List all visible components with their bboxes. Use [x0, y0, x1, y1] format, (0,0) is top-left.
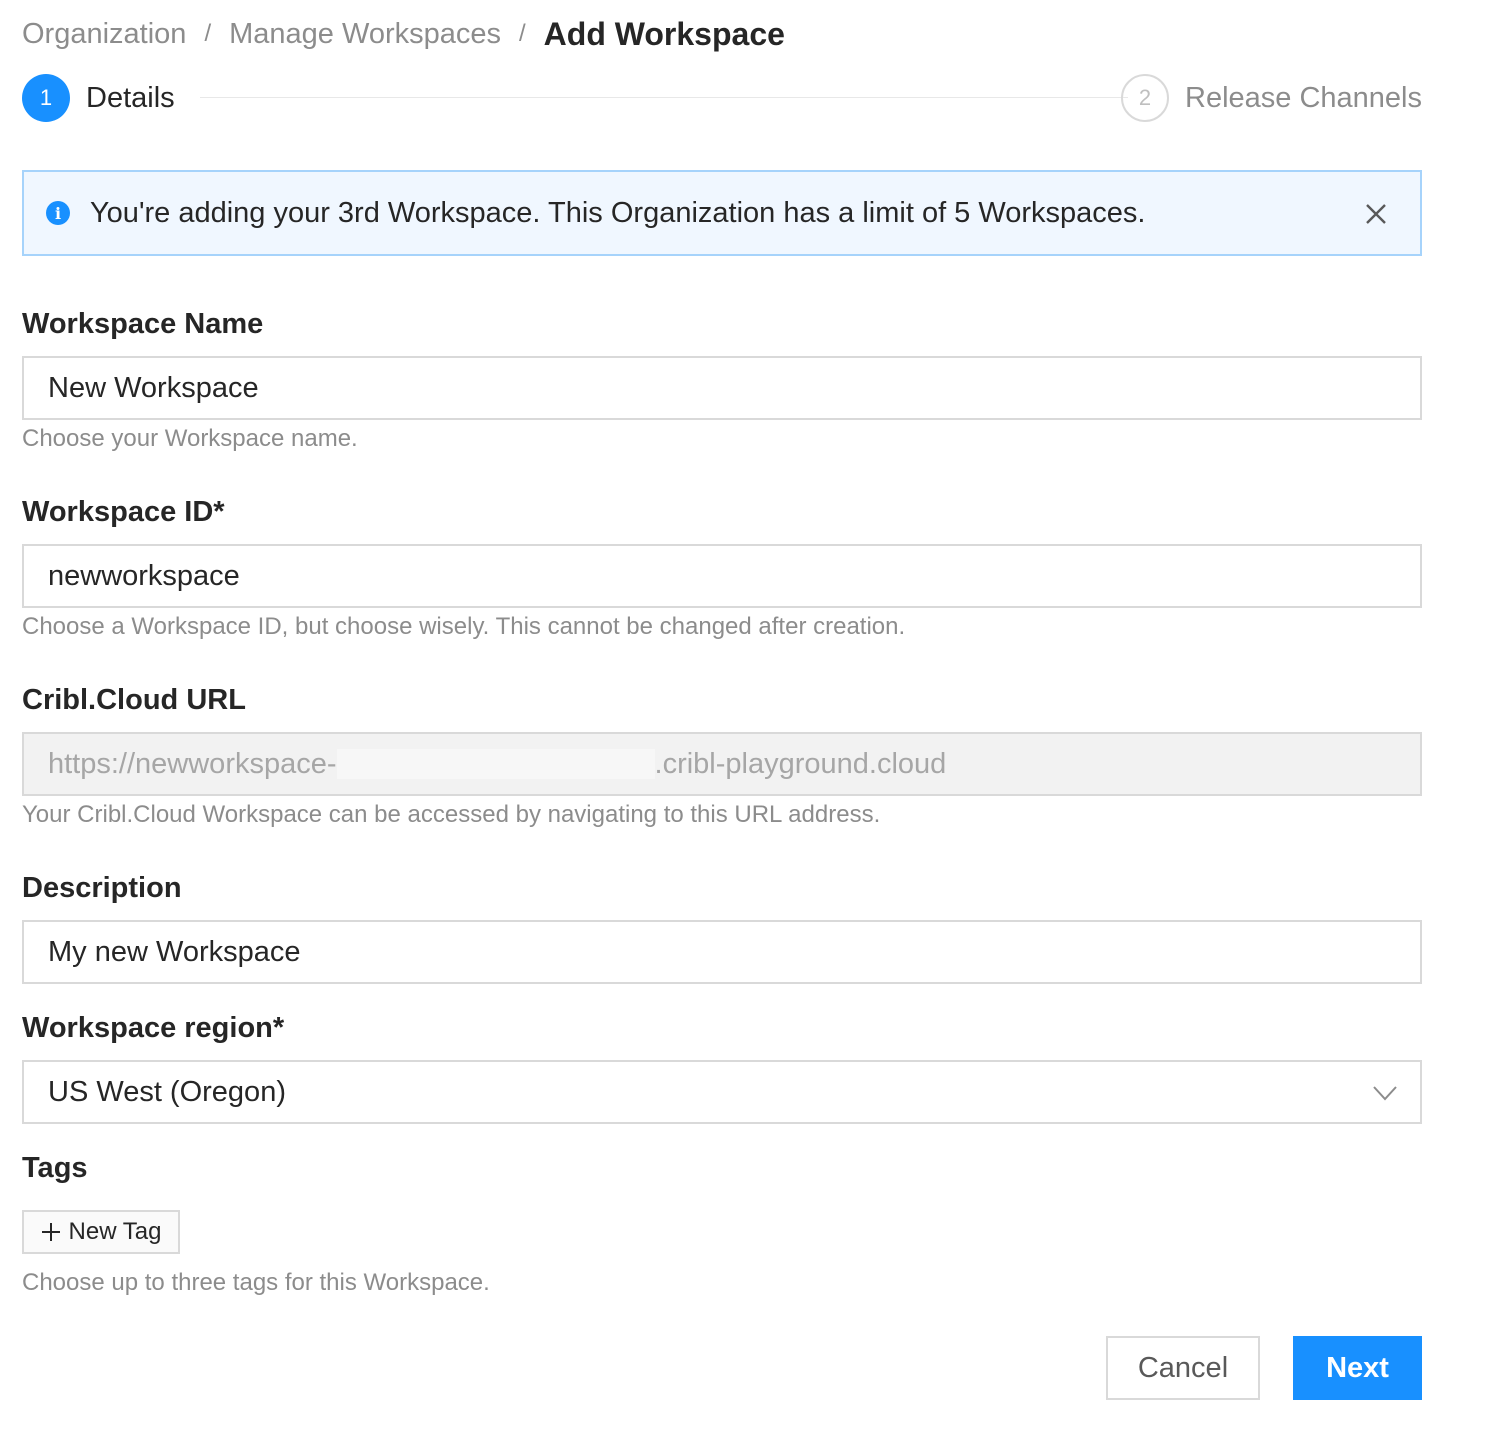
- new-tag-label: New Tag: [68, 1218, 162, 1245]
- step-number-1: 1: [22, 74, 70, 122]
- workspace-name-help: Choose your Workspace name.: [22, 425, 358, 452]
- breadcrumb-separator: /: [204, 20, 212, 47]
- info-icon: i: [46, 201, 70, 225]
- cloud-url-label: Cribl.Cloud URL: [22, 684, 246, 716]
- step-number-2: 2: [1121, 74, 1170, 122]
- cancel-button[interactable]: Cancel: [1106, 1336, 1260, 1400]
- breadcrumb: Organization / Manage Workspaces / Add W…: [22, 12, 785, 56]
- cloud-url-suffix: .cribl-playground.cloud: [654, 747, 947, 780]
- workspace-id-value: newworkspace: [48, 559, 240, 592]
- cloud-url-input: https://newworkspace- .cribl-playground.c…: [22, 732, 1422, 796]
- add-workspace-page: Organization / Manage Workspaces / Add W…: [22, 0, 1422, 1450]
- description-input[interactable]: My new Workspace: [22, 920, 1422, 984]
- step-details[interactable]: 1 Details: [22, 74, 175, 122]
- workspace-id-label: Workspace ID*: [22, 496, 225, 528]
- steps: 1 Details 2 Release Channels: [22, 74, 1422, 122]
- close-icon[interactable]: [1360, 198, 1392, 230]
- new-tag-button[interactable]: New Tag: [22, 1210, 180, 1254]
- breadcrumb-manage-workspaces[interactable]: Manage Workspaces: [229, 18, 501, 51]
- breadcrumb-separator: /: [518, 20, 526, 47]
- workspace-name-value: New Workspace: [48, 371, 259, 404]
- tags-help: Choose up to three tags for this Workspa…: [22, 1269, 490, 1296]
- workspace-name-input[interactable]: New Workspace: [22, 356, 1422, 420]
- chevron-down-icon: [1372, 1080, 1398, 1113]
- steps-connector: [200, 97, 1128, 98]
- step-label-release-channels: Release Channels: [1185, 81, 1422, 114]
- description-label: Description: [22, 872, 182, 904]
- cloud-url-help: Your Cribl.Cloud Workspace can be access…: [22, 801, 881, 828]
- workspace-id-input[interactable]: newworkspace: [22, 544, 1422, 608]
- step-label-details: Details: [86, 81, 175, 114]
- next-button[interactable]: Next: [1293, 1336, 1422, 1400]
- breadcrumb-organization[interactable]: Organization: [22, 18, 186, 51]
- alert-message: You're adding your 3rd Workspace. This O…: [90, 196, 1146, 229]
- cloud-url-prefix: https://newworkspace-: [48, 747, 337, 780]
- tags-label: Tags: [22, 1152, 88, 1184]
- workspace-region-value: US West (Oregon): [48, 1075, 286, 1108]
- workspace-limit-alert: i You're adding your 3rd Workspace. This…: [22, 170, 1422, 256]
- description-value: My new Workspace: [48, 935, 301, 968]
- page-title: Add Workspace: [543, 15, 785, 52]
- workspace-name-label: Workspace Name: [22, 308, 264, 340]
- workspace-id-help: Choose a Workspace ID, but choose wisely…: [22, 613, 906, 640]
- cloud-url-redacted: [336, 749, 655, 779]
- plus-icon: [41, 1222, 61, 1242]
- workspace-region-select[interactable]: US West (Oregon): [22, 1060, 1422, 1124]
- workspace-region-label: Workspace region*: [22, 1012, 285, 1044]
- step-release-channels[interactable]: 2 Release Channels: [1121, 74, 1422, 122]
